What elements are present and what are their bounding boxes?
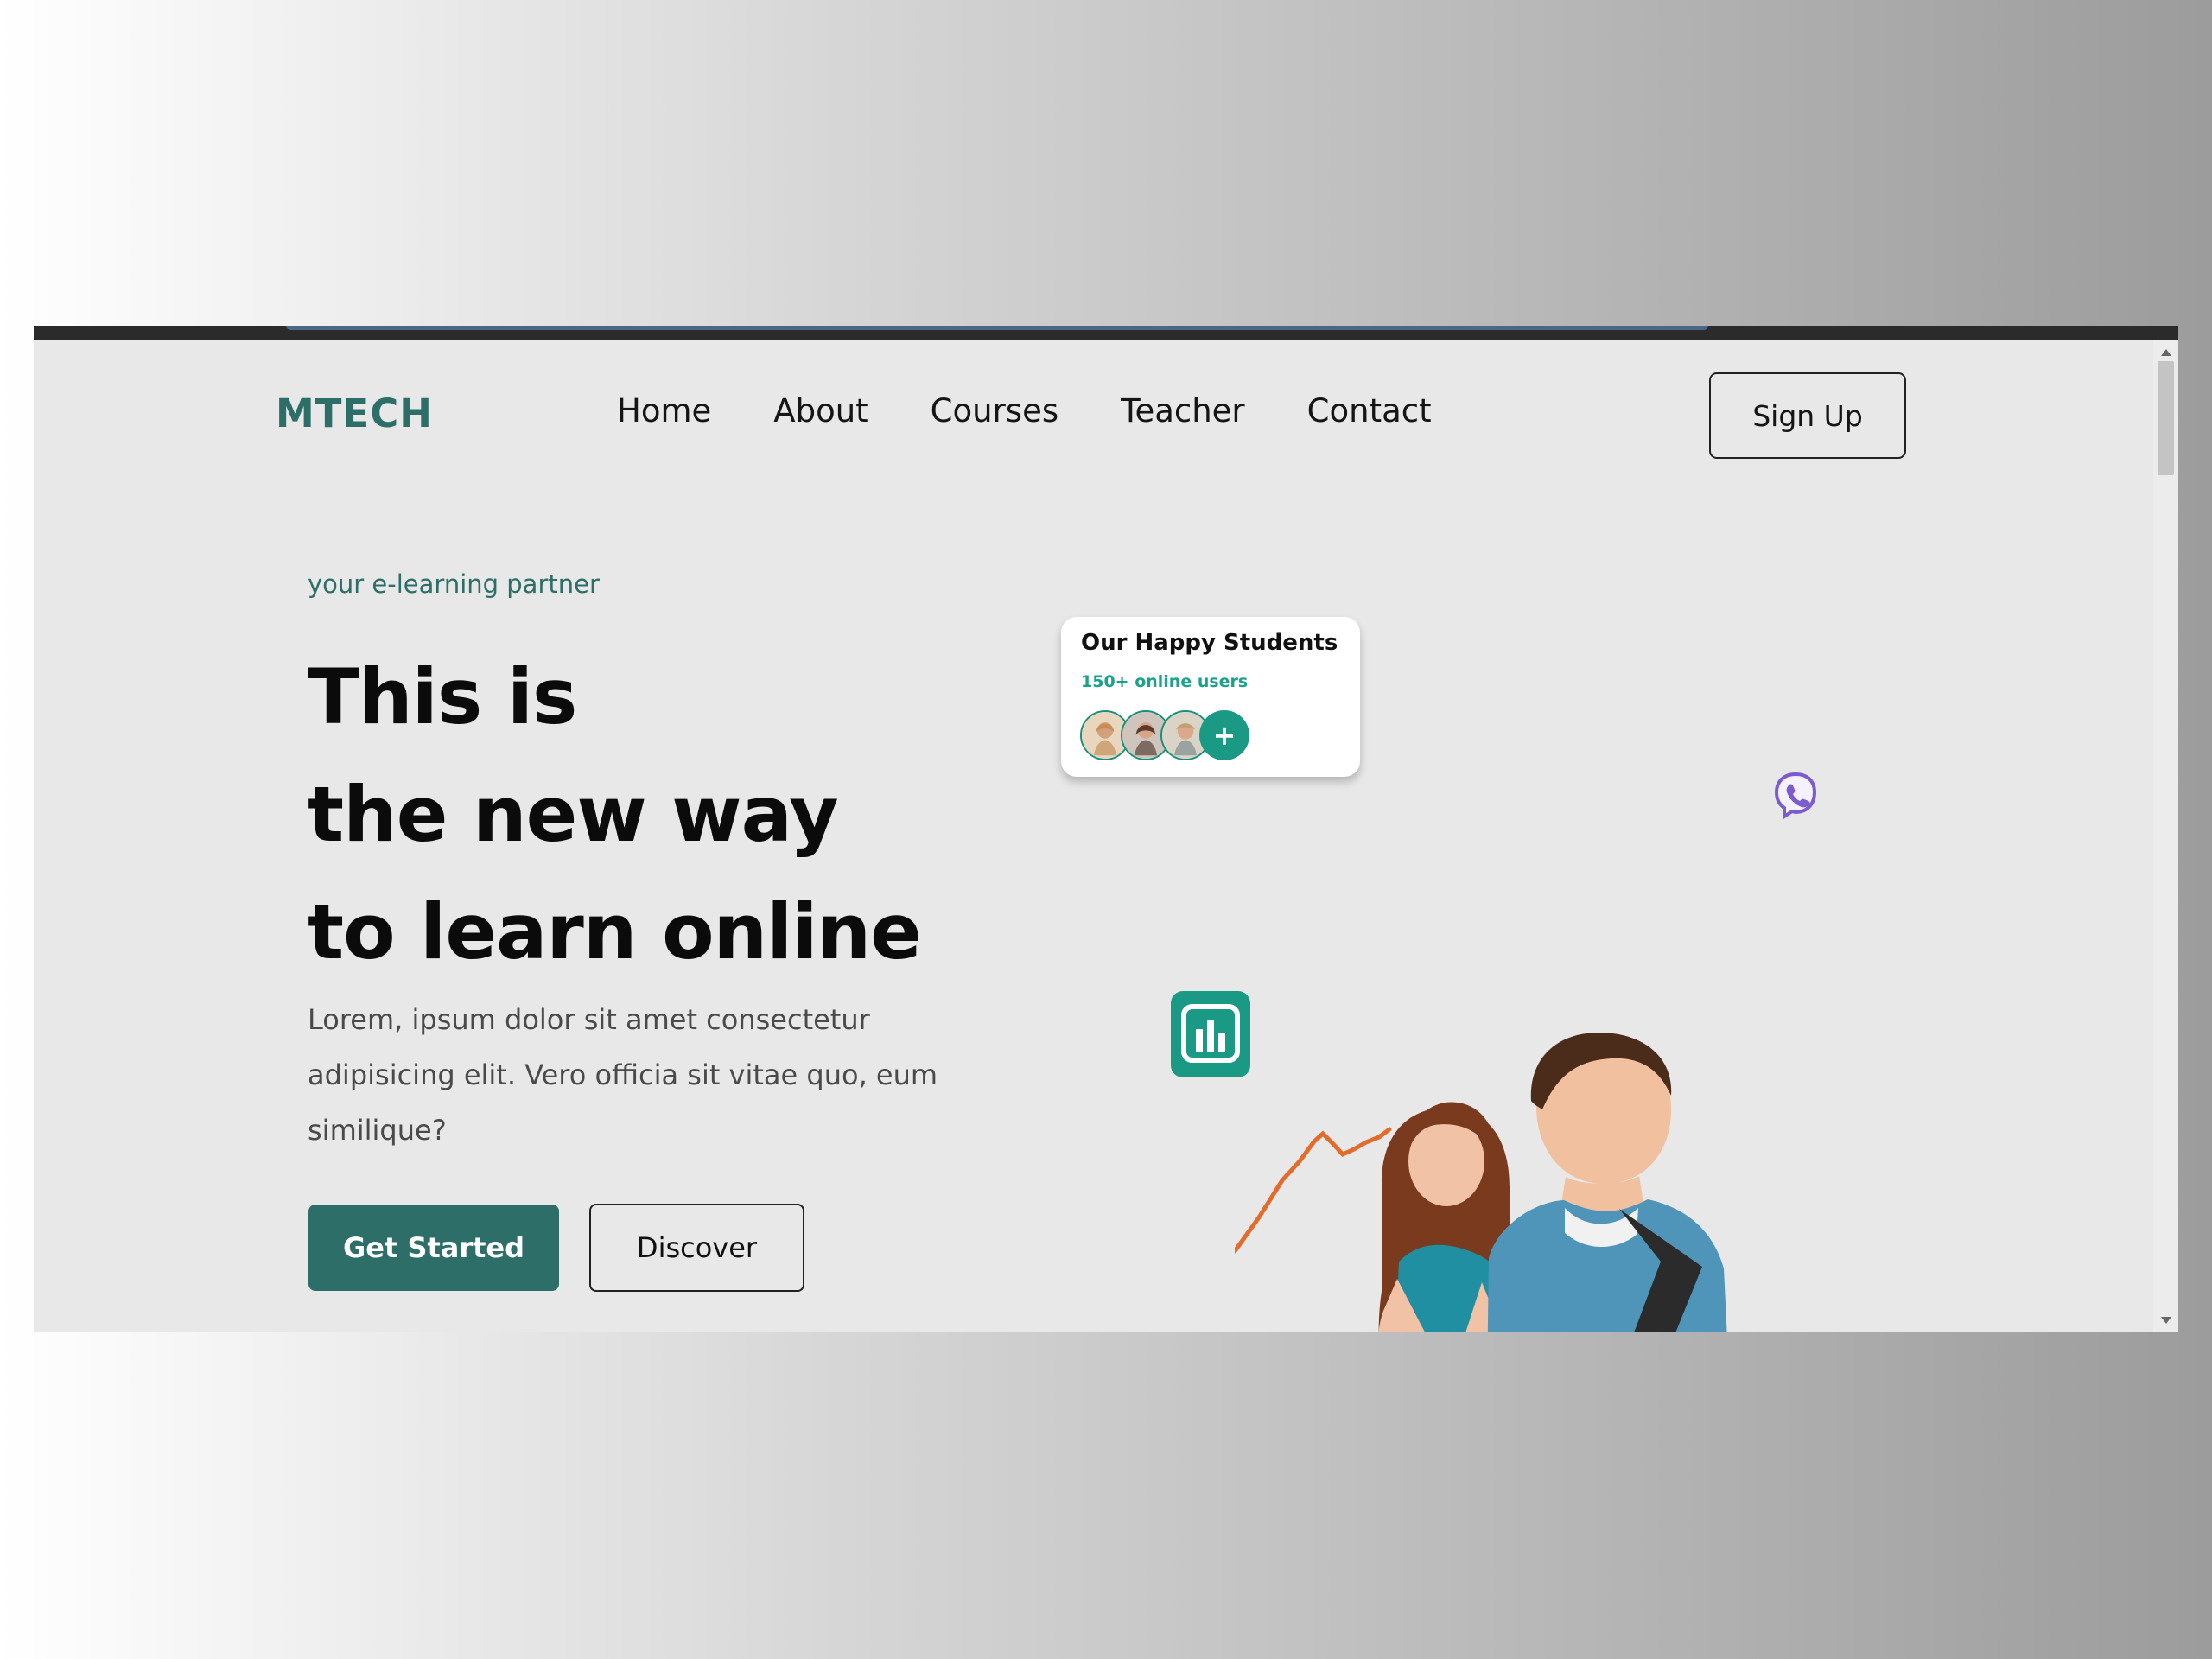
viber-icon	[1774, 772, 1817, 820]
browser-top-strip	[34, 326, 2178, 340]
address-bar-edge	[286, 326, 1708, 330]
happy-students-card: Our Happy Students 150+ online users +	[1061, 617, 1360, 777]
logo[interactable]: MTECH	[276, 391, 433, 436]
nav-about[interactable]: About	[773, 392, 868, 429]
landing-page: MTECH Home About Courses Teacher Contact…	[34, 340, 2153, 1332]
nav-home[interactable]: Home	[617, 392, 711, 429]
discover-button[interactable]: Discover	[589, 1204, 804, 1292]
headline-line-2: the new way	[308, 770, 839, 859]
plus-icon[interactable]: +	[1199, 710, 1249, 760]
hero-headline: This is the new way to learn online	[308, 639, 922, 991]
students-card-subtitle: 150+ online users	[1081, 672, 1249, 691]
get-started-button[interactable]: Get Started	[308, 1205, 559, 1291]
nav-courses[interactable]: Courses	[931, 392, 1058, 429]
nav-contact[interactable]: Contact	[1307, 392, 1432, 429]
page-scrollbar[interactable]	[2153, 340, 2178, 1332]
scroll-up-icon[interactable]	[2161, 349, 2171, 356]
headline-line-1: This is	[308, 652, 577, 741]
nav-teacher[interactable]: Teacher	[1121, 392, 1245, 429]
headline-line-3: to learn online	[308, 887, 922, 976]
browser-viewport: MTECH Home About Courses Teacher Contact…	[34, 326, 2178, 1332]
hero-tagline: your e-learning partner	[308, 569, 600, 599]
scroll-down-icon[interactable]	[2161, 1317, 2171, 1324]
main-nav: Home About Courses Teacher Contact	[617, 392, 1494, 429]
students-hero-image	[1235, 1032, 1727, 1332]
signup-button[interactable]: Sign Up	[1709, 372, 1906, 459]
hero-description: Lorem, ipsum dolor sit amet consectetur …	[308, 1003, 938, 1147]
students-card-title: Our Happy Students	[1081, 630, 1338, 656]
scroll-thumb[interactable]	[2158, 361, 2174, 475]
student-avatars: +	[1080, 710, 1270, 764]
